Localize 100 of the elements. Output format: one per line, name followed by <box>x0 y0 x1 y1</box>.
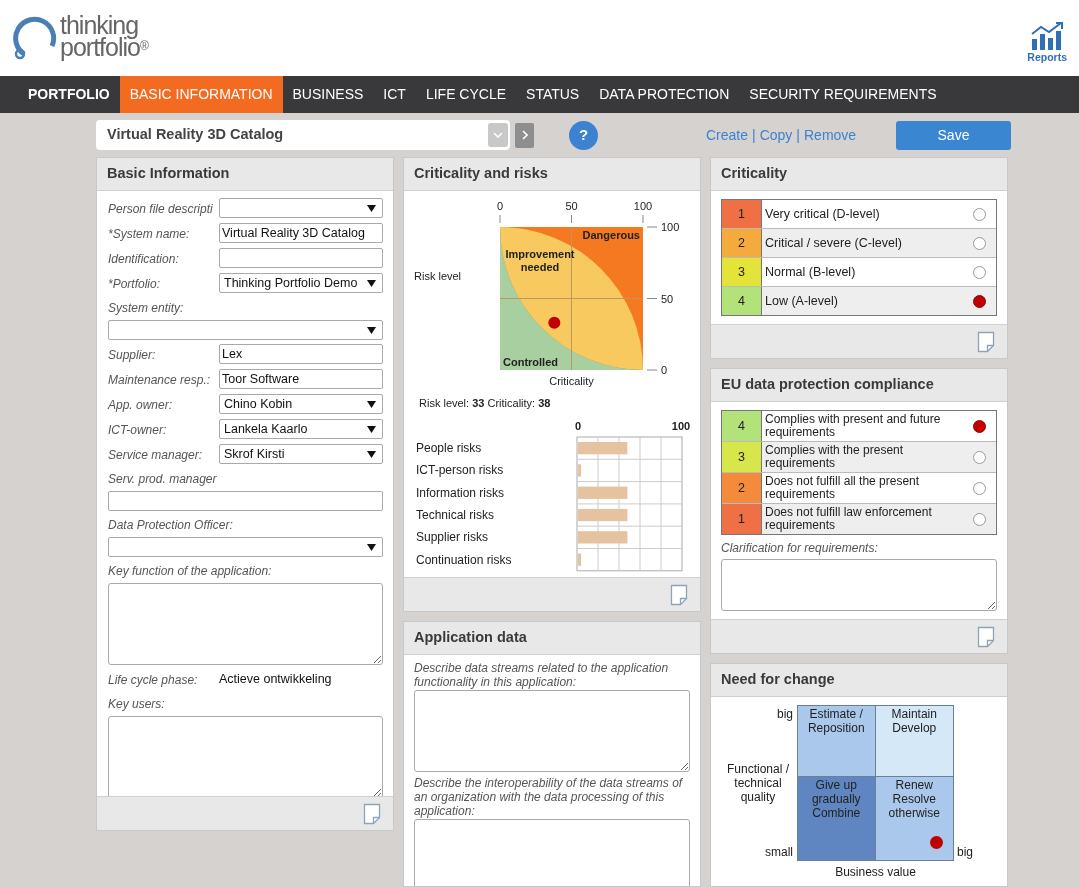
zone-label: Improvement needed <box>505 248 575 273</box>
axis-tick: 100 <box>633 200 653 224</box>
input-field[interactable]: Toor Software <box>219 369 383 389</box>
axis-label: small <box>765 844 793 861</box>
option-label: Does not fulfill all the present requirements <box>765 475 921 501</box>
axis-tick: 0 <box>574 420 582 432</box>
field-label: Person file descripti <box>108 202 213 216</box>
risk-label: ICT-person risks <box>416 463 504 478</box>
risk-label: Technical risks <box>416 507 495 522</box>
level-number: 4 <box>722 287 762 315</box>
axis-label: Business value <box>835 864 916 881</box>
level-number: 2 <box>722 229 762 257</box>
nav-tab[interactable]: PORTFOLIO <box>18 76 120 113</box>
panel-title: EU data protection compliance <box>721 375 934 395</box>
option-row[interactable]: 3 Normal (B-level) <box>722 257 996 286</box>
select-field[interactable]: Skrof Kirsti <box>219 444 383 464</box>
y-tick-label: 50 <box>661 292 674 305</box>
option-row[interactable]: 4 Low (A-level) <box>722 286 996 315</box>
field-label: Data Protection Officer: <box>108 517 234 534</box>
level-number: 3 <box>722 258 762 286</box>
option-label: Critical / severe (C-level) <box>765 234 903 252</box>
zone-label: Controlled <box>503 356 558 368</box>
y-tick-label: 100 <box>661 221 680 233</box>
application-select[interactable]: Virtual Reality 3D Catalog <box>96 120 510 150</box>
panel-title: Criticality <box>721 164 788 184</box>
nav-tab[interactable]: DATA PROTECTION <box>589 76 740 113</box>
risk-label: Continuation risks <box>416 552 512 567</box>
axis-label: big <box>777 706 793 723</box>
field-label: Describe data streams related to the application functionality in this application: <box>414 661 670 689</box>
option-row[interactable]: 2 Critical / severe (C-level) <box>722 228 996 257</box>
quadrant-label: Develop <box>892 721 937 735</box>
field-label: Key function of the application: <box>108 563 273 580</box>
field-label: Maintenance resp.: <box>108 373 211 387</box>
input-field[interactable]: Lex <box>219 344 383 364</box>
option-row[interactable]: 1 Does not fulfill law enforcement requirements <box>722 503 996 534</box>
nav-tab[interactable]: BUSINESS <box>282 76 374 113</box>
risk-label: Supplier risks <box>416 530 489 545</box>
field-label: *Portfolio: <box>108 277 161 291</box>
save-button[interactable]: Save <box>896 120 1011 150</box>
field-label: *System name: <box>108 227 190 241</box>
quadrant-label: otherwise <box>888 805 940 820</box>
help-button[interactable]: ? <box>569 120 598 150</box>
select-field[interactable]: Chino Kobin <box>219 394 383 414</box>
option-label: Very critical (D-level) <box>765 205 881 223</box>
field-label: Serv. prod. manager <box>108 471 218 488</box>
x-tick-label: 0 <box>496 200 504 212</box>
quadrant-label: Renew <box>895 777 933 792</box>
axis-label: Risk level <box>414 270 462 282</box>
zone-label: Dangerous <box>582 229 640 241</box>
option-label: Low (A-level) <box>765 292 839 310</box>
option-label: Normal (B-level) <box>765 263 857 281</box>
quadrant-label: Resolve <box>892 791 936 806</box>
axis-tick: 100 <box>646 221 680 233</box>
field-label: Life cycle phase: <box>108 673 198 687</box>
quadrant-label: gradually <box>811 791 861 806</box>
field-label: Clarification for requirements: <box>721 540 879 557</box>
option-label: Does not fulfill law enforcement requirements <box>765 506 933 532</box>
reports-button[interactable]: Reports <box>1027 22 1067 66</box>
level-number: 2 <box>722 473 762 503</box>
field-label: Supplier: <box>108 348 156 362</box>
field-value: Actieve ontwikkeling <box>219 670 332 688</box>
axis-label: Criticality <box>549 375 594 387</box>
quadrant-label: Give up <box>815 777 857 792</box>
risk-label: People risks <box>416 441 482 455</box>
link-separator: | <box>752 125 756 145</box>
quadrant-label: Estimate / <box>809 707 863 721</box>
option-label: Complies with the present requirements <box>765 444 905 470</box>
field-label: Describe the interoperability of the data streams of an organization with the data processing of this application: <box>414 776 684 818</box>
option-row[interactable]: 2 Does not fulfill all the present requirements <box>722 472 996 503</box>
axis-tick: 100 <box>671 420 691 432</box>
axis-label: big <box>957 844 973 861</box>
link-separator: | <box>796 125 800 145</box>
risk-label: Information risks <box>416 485 505 500</box>
nav-tab[interactable]: STATUS <box>516 76 590 113</box>
panel-title: Criticality and risks <box>414 164 548 184</box>
field-label: Service manager: <box>108 448 203 462</box>
nav-tab[interactable]: ICT <box>373 76 416 113</box>
x-tick-label: 100 <box>633 200 653 212</box>
panel-title: Need for change <box>721 670 835 690</box>
nav-tab[interactable]: SECURITY REQUIREMENTS <box>739 76 947 113</box>
y-tick-label: 0 <box>661 364 668 376</box>
field-label: App. owner: <box>108 398 173 412</box>
nav-tab[interactable]: LIFE CYCLE <box>415 76 517 113</box>
level-number: 1 <box>722 504 762 534</box>
panel-title: Application data <box>414 628 527 648</box>
axis-tick: 0 <box>496 200 504 224</box>
select-field[interactable]: Lankela Kaarlo <box>219 419 383 439</box>
select-field[interactable]: Thinking Portfolio Demo <box>219 273 383 293</box>
x-tick-label: 50 <box>565 200 578 212</box>
panel-title: Basic Information <box>107 164 230 184</box>
field-label: System entity: <box>108 300 185 317</box>
level-number: 3 <box>722 442 762 472</box>
input-field[interactable]: Virtual Reality 3D Catalog <box>219 223 383 243</box>
axis-tick: 50 <box>565 200 578 224</box>
risk-summary: Risk level: 33 Criticality: 38 <box>418 396 552 411</box>
axis-tick: 0 <box>646 364 668 376</box>
field-label: ICT-owner: <box>108 423 167 437</box>
axis-tick: 50 <box>646 292 674 305</box>
field-label: Identification: <box>108 252 179 266</box>
option-row[interactable]: 3 Complies with the present requirements <box>722 441 996 472</box>
